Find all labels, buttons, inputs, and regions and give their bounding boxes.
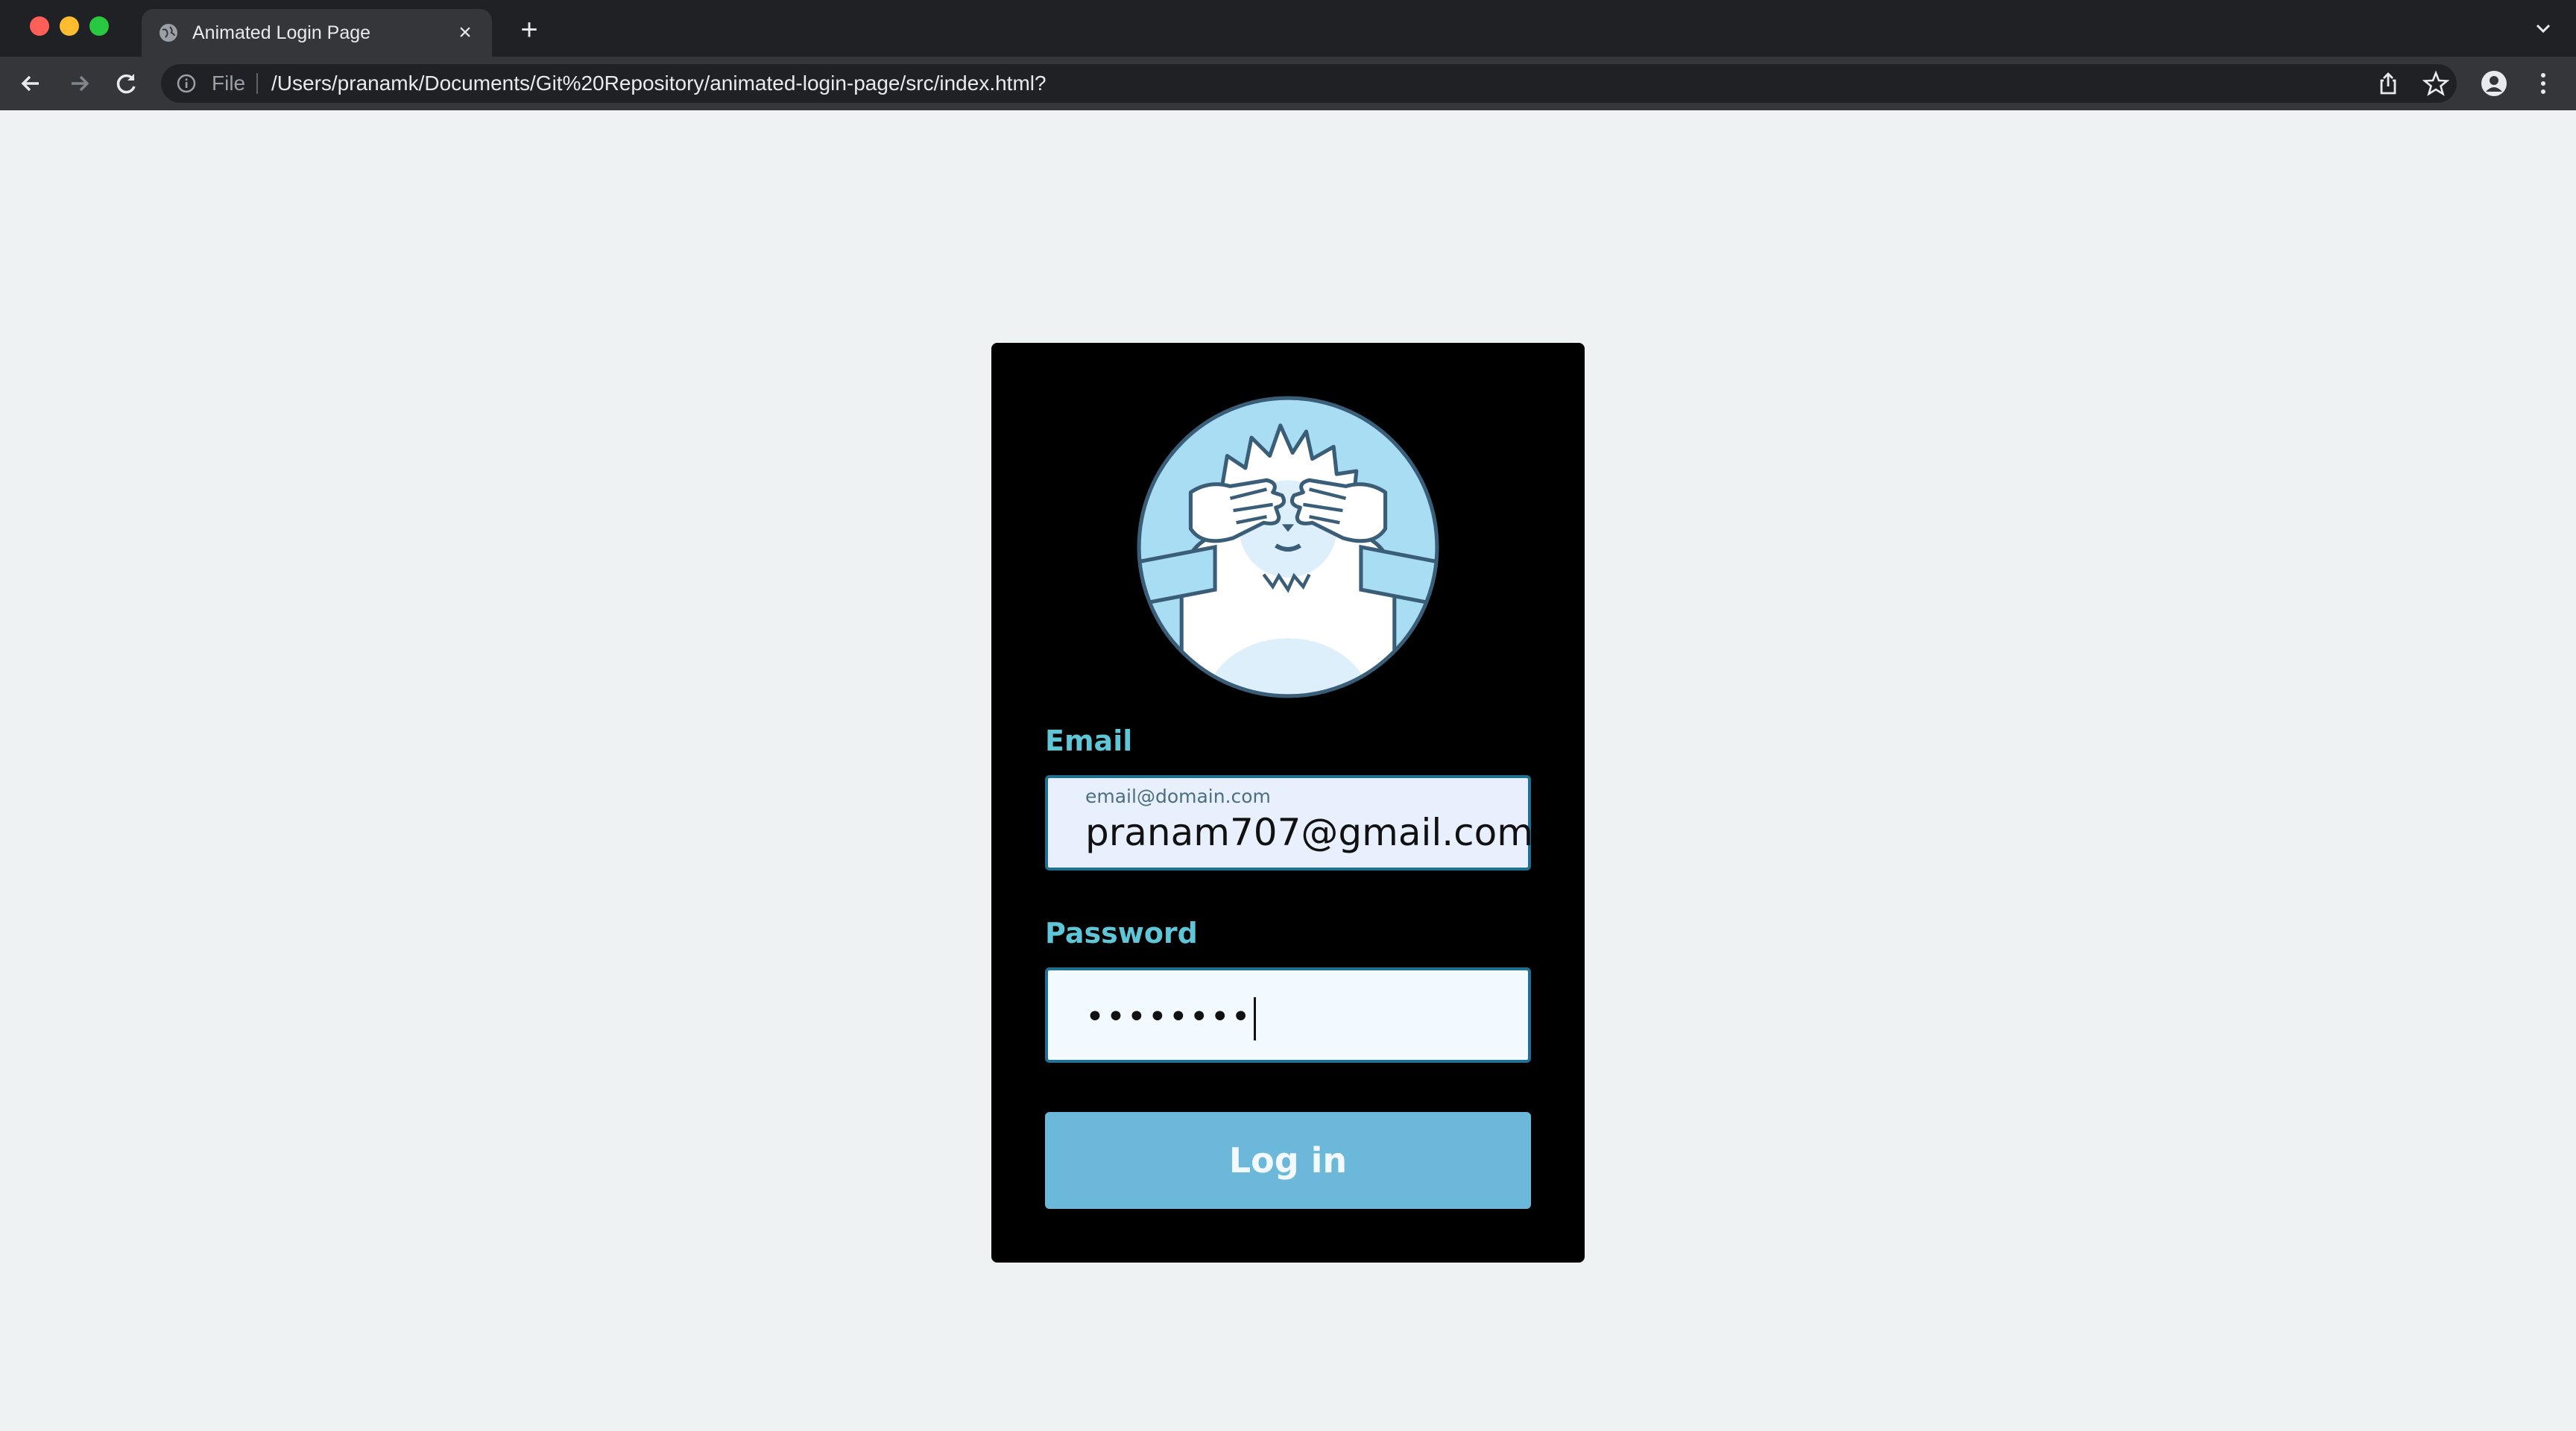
address-separator — [256, 73, 258, 94]
login-button[interactable]: Log in — [1045, 1112, 1531, 1209]
star-icon[interactable] — [2422, 70, 2449, 97]
yeti-avatar-icon — [1137, 396, 1439, 698]
globe-icon — [160, 24, 177, 42]
email-value: pranam707@gmail.com — [1085, 811, 1533, 854]
new-tab-icon[interactable]: + — [514, 15, 544, 45]
maximize-window-button[interactable] — [89, 16, 109, 36]
email-field[interactable]: email@domain.com pranam707@gmail.com — [1045, 775, 1533, 871]
address-bar[interactable]: File /Users/pranamk/Documents/Git%20Repo… — [161, 64, 2457, 103]
email-placeholder: email@domain.com — [1085, 786, 1271, 807]
browser-tab-bar: Animated Login Page × + — [0, 0, 2576, 57]
browser-toolbar: File /Users/pranamk/Documents/Git%20Repo… — [0, 57, 2576, 110]
kebab-menu-icon[interactable] — [2530, 70, 2557, 97]
scheme-label: File — [212, 72, 246, 95]
close-window-button[interactable] — [30, 16, 49, 36]
info-icon[interactable] — [176, 73, 197, 94]
url-text[interactable]: /Users/pranamk/Documents/Git%20Repositor… — [271, 70, 1046, 97]
login-card: Email email@domain.com pranam707@gmail.c… — [991, 343, 1585, 1263]
password-label: Password — [1045, 917, 1198, 950]
reload-icon[interactable] — [112, 69, 142, 98]
share-icon[interactable] — [2375, 70, 2402, 97]
minimize-window-button[interactable] — [60, 16, 79, 36]
email-label: Email — [1045, 724, 1133, 757]
tab-title: Animated Login Page — [192, 22, 371, 43]
password-value: •••••••• — [1085, 997, 1256, 1040]
text-caret — [1253, 997, 1256, 1040]
tab-close-icon[interactable]: × — [452, 19, 479, 46]
forward-arrow-icon[interactable] — [64, 69, 94, 98]
password-dots: •••••••• — [1085, 998, 1252, 1036]
password-field[interactable]: •••••••• — [1045, 967, 1531, 1063]
chevron-down-icon[interactable] — [2531, 16, 2555, 40]
back-arrow-icon[interactable] — [16, 69, 46, 98]
profile-icon[interactable] — [2481, 70, 2507, 97]
browser-tab[interactable]: Animated Login Page × — [142, 9, 492, 57]
